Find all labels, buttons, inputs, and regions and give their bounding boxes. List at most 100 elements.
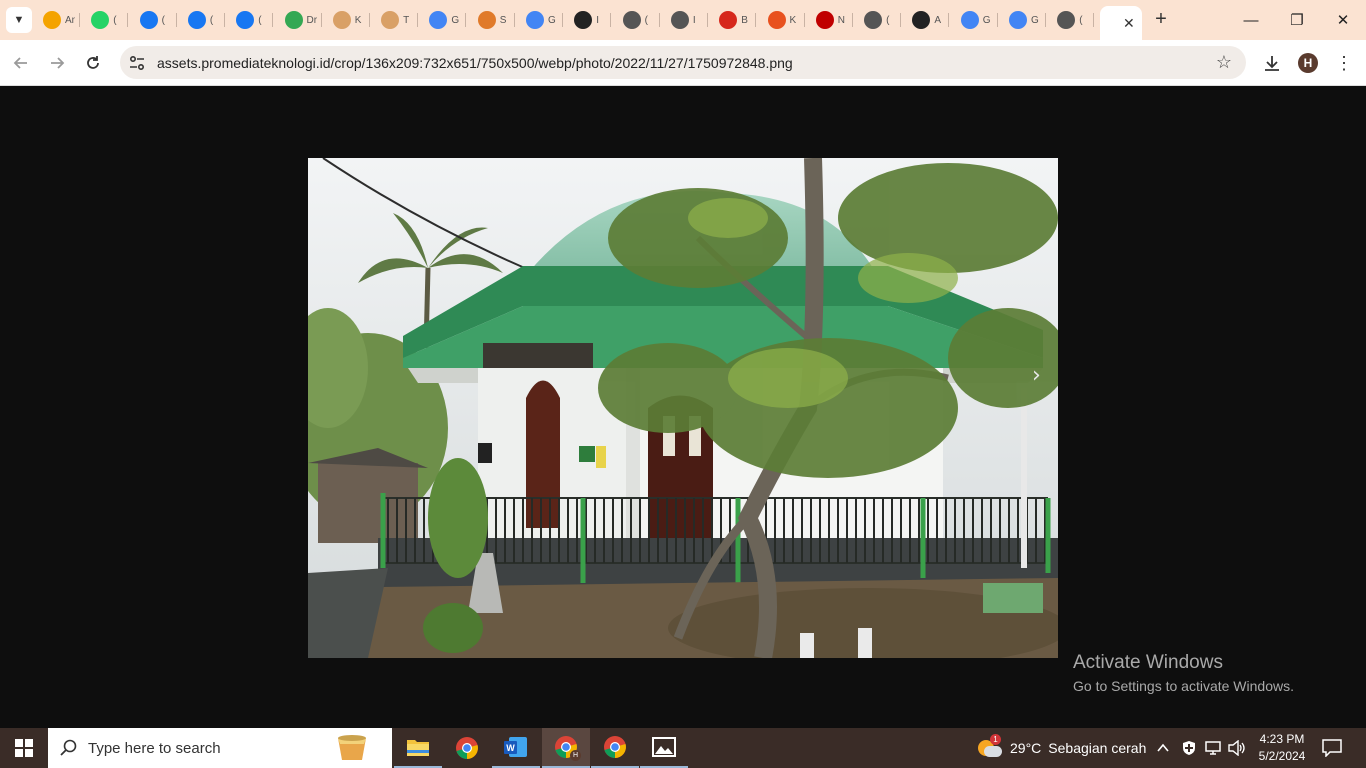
tab-separator bbox=[658, 13, 660, 27]
tab-title: G bbox=[1031, 14, 1039, 26]
tab-9[interactable]: S bbox=[469, 6, 515, 34]
tab-15[interactable]: K bbox=[759, 6, 805, 34]
site-info-icon[interactable] bbox=[128, 54, 146, 72]
close-window-button[interactable]: ✕ bbox=[1320, 0, 1366, 40]
notification-icon bbox=[1322, 739, 1342, 757]
facebook-icon bbox=[139, 11, 158, 29]
tab-8[interactable]: G bbox=[420, 6, 467, 34]
tab-3[interactable]: ( bbox=[179, 6, 225, 34]
notification-center-button[interactable] bbox=[1322, 728, 1342, 768]
next-image-icon[interactable]: › bbox=[1032, 363, 1041, 388]
mosque-photo: › bbox=[308, 158, 1058, 658]
site-icon bbox=[477, 11, 496, 29]
chrome-profile-h-app[interactable]: H bbox=[542, 728, 590, 768]
tab-title: ( bbox=[644, 14, 648, 26]
watermark-subtitle: Go to Settings to activate Windows. bbox=[1073, 678, 1294, 694]
forward-arrow-icon bbox=[51, 57, 65, 69]
tab-separator bbox=[900, 13, 902, 27]
weather-badge: 1 bbox=[990, 734, 1001, 745]
tab-strip: ▼ Analytics ((((Drive K T G S G I (I B K N (A G G ( ✕ +… bbox=[0, 0, 1366, 40]
chrome-app[interactable] bbox=[443, 728, 491, 768]
photos-icon bbox=[652, 737, 676, 757]
reload-button[interactable] bbox=[78, 48, 108, 78]
tab-title: K bbox=[789, 14, 797, 26]
tab-search-button[interactable]: ▼ bbox=[6, 7, 32, 33]
tab-21[interactable]: ( bbox=[1048, 6, 1095, 34]
tab-10[interactable]: G bbox=[517, 6, 563, 34]
browser-toolbar: assets.promediateknologi.id/crop/136x209… bbox=[0, 40, 1366, 86]
weather-text: Sebagian cerah bbox=[1048, 740, 1147, 756]
tab-6[interactable]: K bbox=[324, 6, 370, 34]
tab-title: ( bbox=[886, 14, 890, 26]
taskbar-search[interactable]: Type here to search bbox=[48, 728, 392, 768]
globe-icon bbox=[1057, 11, 1076, 29]
forward-button[interactable] bbox=[42, 48, 72, 78]
volume-tray-button[interactable] bbox=[1228, 728, 1246, 768]
security-tray-button[interactable] bbox=[1181, 728, 1197, 768]
site-icon bbox=[912, 11, 931, 29]
minimize-button[interactable]: — bbox=[1228, 0, 1274, 40]
globe-icon bbox=[670, 11, 689, 29]
tab-18[interactable]: A bbox=[903, 6, 950, 34]
chrome-profile-2-app[interactable] bbox=[591, 728, 639, 768]
downloads-button[interactable] bbox=[1259, 50, 1285, 76]
taskbar-clock[interactable]: 4:23 PM 5/2/2024 bbox=[1250, 731, 1314, 765]
tab-separator bbox=[803, 13, 805, 27]
tab-1[interactable]: ( bbox=[82, 6, 129, 34]
word-app[interactable]: W bbox=[492, 728, 540, 768]
clock-time: 4:23 PM bbox=[1259, 732, 1305, 746]
tab-7[interactable]: T bbox=[372, 6, 419, 34]
restore-button[interactable]: ❐ bbox=[1274, 0, 1320, 40]
new-tab-button[interactable]: + bbox=[1150, 9, 1172, 31]
speaker-icon bbox=[1228, 740, 1245, 756]
photos-app[interactable] bbox=[640, 728, 688, 768]
image-viewer: › Activate Windows Go to Settings to act… bbox=[0, 87, 1366, 728]
bookmark-star-icon[interactable]: ☆ bbox=[1216, 52, 1232, 73]
tab-title: ( bbox=[209, 14, 214, 26]
tab-separator bbox=[272, 13, 274, 27]
weather-widget[interactable]: 1 29°C Sebagian cerah bbox=[978, 728, 1146, 768]
site-icon bbox=[719, 11, 738, 29]
tab-20[interactable]: G bbox=[1000, 6, 1046, 34]
tab-separator bbox=[851, 13, 853, 27]
close-tab-icon[interactable]: ✕ bbox=[1123, 15, 1135, 32]
tab-2[interactable]: ( bbox=[131, 6, 177, 34]
file-explorer-app[interactable] bbox=[394, 728, 442, 768]
tab-separator bbox=[175, 13, 177, 27]
tab-active[interactable]: ✕ bbox=[1100, 6, 1142, 40]
watermark-title: Activate Windows bbox=[1073, 652, 1223, 673]
back-button[interactable] bbox=[6, 48, 36, 78]
tab-title: Analytics bbox=[65, 14, 75, 26]
tab-14[interactable]: B bbox=[710, 6, 757, 34]
site-icon bbox=[574, 11, 593, 29]
tab-title: S bbox=[499, 14, 507, 26]
tab-13[interactable]: I bbox=[662, 6, 708, 34]
tab-separator bbox=[948, 13, 950, 27]
tab-title: T bbox=[403, 14, 410, 26]
profile-button[interactable]: H bbox=[1295, 50, 1321, 76]
network-tray-button[interactable] bbox=[1204, 728, 1222, 768]
tab-19[interactable]: G bbox=[952, 6, 998, 34]
start-button[interactable] bbox=[0, 728, 48, 768]
chrome-profile-badge: H bbox=[570, 750, 581, 761]
tab-5[interactable]: Drive bbox=[276, 6, 322, 34]
tab-separator bbox=[1093, 13, 1095, 27]
url-text[interactable]: assets.promediateknologi.id/crop/136x209… bbox=[157, 55, 793, 71]
tab-separator bbox=[417, 13, 419, 27]
tab-12[interactable]: ( bbox=[614, 6, 660, 34]
menu-button[interactable]: ⋮ bbox=[1331, 50, 1357, 76]
tab-11[interactable]: I bbox=[565, 6, 612, 34]
tab-title: N bbox=[837, 14, 846, 26]
tab-separator bbox=[706, 13, 708, 27]
defender-shield-icon bbox=[1183, 741, 1195, 755]
tab-title: B bbox=[741, 14, 748, 26]
address-bar[interactable]: assets.promediateknologi.id/crop/136x209… bbox=[120, 46, 1246, 79]
tab-17[interactable]: ( bbox=[855, 6, 902, 34]
tab-4[interactable]: ( bbox=[227, 6, 274, 34]
tab-separator bbox=[223, 13, 225, 27]
tab-separator bbox=[368, 13, 370, 27]
chevron-down-icon: ▼ bbox=[13, 14, 25, 26]
tab-0[interactable]: Analytics bbox=[34, 6, 80, 34]
tab-16[interactable]: N bbox=[807, 6, 853, 34]
show-hidden-icons-button[interactable] bbox=[1156, 728, 1170, 768]
